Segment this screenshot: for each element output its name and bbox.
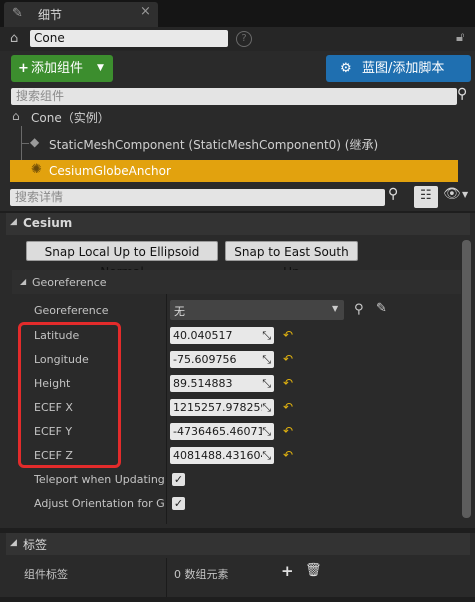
highlight-annotation-box: [18, 322, 121, 468]
property-value: 4081488.431604: [173, 449, 268, 462]
column-divider: [166, 294, 167, 524]
details-icon: ✎: [12, 6, 23, 21]
spin-arrows-icon[interactable]: ⤡: [262, 423, 271, 440]
browse-icon[interactable]: ⚲: [354, 302, 364, 317]
chevron-down-icon: ▼: [97, 63, 104, 73]
georeference-dropdown[interactable]: 无 ▼: [170, 300, 344, 320]
actor-name-input[interactable]: Cone: [30, 30, 228, 47]
adjust-orientation-checkbox[interactable]: ✓: [172, 497, 185, 510]
property-value-field[interactable]: -75.609756 ⤡: [170, 351, 274, 368]
eye-icon[interactable]: 👁︎: [443, 186, 461, 202]
tab-details[interactable]: ✎: [4, 2, 158, 27]
reset-to-default-icon[interactable]: ↶: [283, 376, 293, 390]
tree-line-branch: [21, 143, 29, 144]
property-value: 89.514883: [173, 377, 233, 390]
reset-to-default-icon[interactable]: ↶: [283, 328, 293, 342]
property-value: -75.609756: [173, 353, 237, 366]
spin-arrows-icon[interactable]: ⤡: [262, 399, 271, 416]
grid-icon: ☷: [420, 188, 432, 203]
spin-arrows-icon[interactable]: ⤡: [262, 327, 271, 344]
globe-anchor-icon: ✺: [31, 162, 42, 177]
divider: [0, 597, 475, 602]
column-divider: [166, 558, 167, 598]
details-search-input[interactable]: 搜索详情: [10, 189, 385, 206]
details-search-icon[interactable]: ⚲: [388, 186, 398, 202]
teleport-checkbox[interactable]: ✓: [172, 473, 185, 486]
tree-item-cesium-globe-anchor[interactable]: CesiumGlobeAnchor: [49, 164, 171, 178]
add-component-label: 添加组件: [31, 61, 84, 76]
component-tags-value: 0 数组元素: [174, 568, 229, 581]
reset-to-default-icon[interactable]: ↶: [283, 352, 293, 366]
cone-icon: ⌂: [12, 109, 20, 123]
tags-section-title: 标签: [23, 538, 48, 552]
spin-arrows-icon[interactable]: ⤡: [262, 447, 271, 464]
plus-icon: +: [18, 61, 29, 76]
reset-to-default-icon[interactable]: ↶: [283, 448, 293, 462]
add-component-button[interactable]: + 添加组件 ▼: [11, 55, 113, 82]
tab-details-label: 细节: [38, 8, 63, 22]
lock-icon[interactable]: 🔓︎: [456, 30, 464, 45]
blueprint-button[interactable]: ⚙ 蓝图/添加脚本: [326, 55, 471, 82]
close-tab-icon[interactable]: ×: [140, 4, 151, 19]
chevron-down-icon: ▼: [332, 304, 339, 313]
collapse-arrow-icon: ◢: [20, 277, 27, 286]
georeference-value: 无: [174, 305, 185, 318]
tree-item-static-mesh[interactable]: StaticMeshComponent (StaticMeshComponent…: [49, 136, 378, 153]
eye-dropdown-icon[interactable]: ▼: [462, 190, 468, 199]
property-value: 1215257.978259: [173, 401, 268, 414]
property-matrix-button[interactable]: ☷: [414, 186, 438, 208]
component-tags-label: 组件标签: [24, 568, 68, 581]
delete-icon[interactable]: 🗑︎: [305, 563, 322, 578]
property-value: -4736465.460714: [173, 425, 272, 438]
spin-arrows-icon[interactable]: ⤡: [262, 375, 271, 392]
tags-section-header[interactable]: [6, 533, 470, 555]
reset-to-default-icon[interactable]: ↶: [283, 424, 293, 438]
property-value-field[interactable]: 89.514883 ⤡: [170, 375, 274, 392]
spin-arrows-icon[interactable]: ⤡: [262, 351, 271, 368]
snap-east-south-up-button[interactable]: Snap to East South Up: [225, 241, 358, 279]
search-icon[interactable]: ⚲: [457, 86, 467, 102]
blueprint-label: 蓝图/添加脚本: [362, 61, 445, 76]
georeference-section-title: Georeference: [32, 276, 107, 289]
teleport-label: Teleport when Updating Tr: [34, 473, 165, 486]
collapse-arrow-icon: ◢: [10, 538, 17, 548]
static-mesh-icon: ◆: [30, 135, 40, 149]
scrollbar-thumb[interactable]: [462, 240, 471, 518]
component-search-input[interactable]: 搜索组件: [11, 88, 457, 105]
property-value: 40.040517: [173, 329, 233, 342]
cesium-section-header[interactable]: [6, 213, 470, 235]
eyedropper-icon[interactable]: ✎: [376, 301, 387, 316]
property-value-field[interactable]: 1215257.978259 ⤡: [170, 399, 274, 416]
adjust-orientation-label: Adjust Orientation for Glob: [34, 497, 165, 510]
help-icon[interactable]: ?: [236, 31, 252, 47]
cesium-section-title: Cesium: [23, 216, 73, 230]
tree-root[interactable]: Cone（实例）: [31, 109, 110, 126]
snap-ellipsoid-normal-button[interactable]: Snap Local Up to Ellipsoid Normal: [26, 241, 218, 279]
gear-icon: ⚙: [340, 61, 352, 76]
property-value-field[interactable]: 4081488.431604 ⤡: [170, 447, 274, 464]
georeference-label: Georeference: [34, 304, 109, 317]
actor-icon: ⌂: [10, 31, 19, 46]
collapse-arrow-icon: ◢: [10, 217, 17, 227]
add-element-icon[interactable]: +: [281, 562, 294, 580]
reset-to-default-icon[interactable]: ↶: [283, 400, 293, 414]
property-value-field[interactable]: -4736465.460714 ⤡: [170, 423, 274, 440]
property-value-field[interactable]: 40.040517 ⤡: [170, 327, 274, 344]
